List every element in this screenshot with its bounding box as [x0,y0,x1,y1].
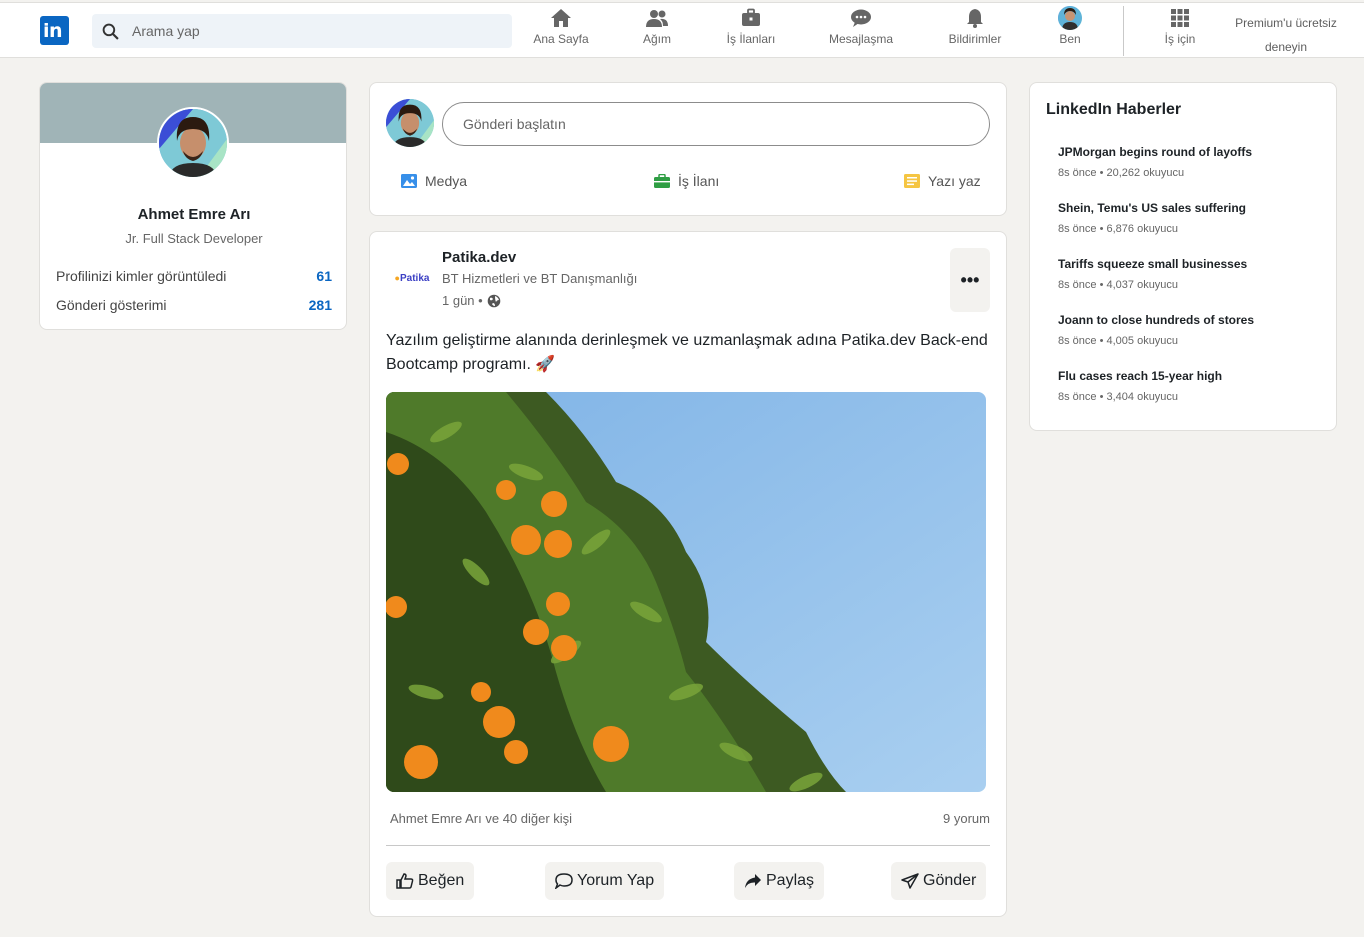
briefcase-icon [654,174,670,188]
nav-notifications-label: Bildirimler [948,32,1002,46]
logo-text: in [43,20,63,42]
home-icon [550,7,572,29]
nav-home[interactable]: Ana Sayfa [532,7,590,55]
search-icon [102,23,119,40]
post-divider [386,845,990,846]
post-author[interactable]: Patika.dev [442,249,516,266]
nav-notifications[interactable]: Bildirimler [944,7,1006,55]
messaging-icon [850,7,872,29]
news-item[interactable]: Flu cases reach 15-year high 8s önce • 3… [1058,369,1328,403]
search-box[interactable] [92,14,512,48]
send-label: Gönder [923,872,977,889]
profile-card: Ahmet Emre Arı Jr. Full Stack Developer … [39,82,347,330]
profile-name[interactable]: Ahmet Emre Arı [40,206,346,223]
nav-business[interactable]: İş için [1160,7,1200,55]
news-headline: Joann to close hundreds of stores [1058,313,1255,327]
stat-label: Profilinizi kimler görüntüledi [56,268,227,284]
post-more-options-button[interactable]: ••• [950,248,990,312]
nav-divider [1123,6,1124,56]
globe-icon [487,294,501,307]
nav-jobs-label: İş İlanları [726,32,776,46]
news-headline: Tariffs squeeze small businesses [1058,257,1248,271]
more-icon: ••• [960,269,980,290]
network-icon [645,7,669,29]
news-meta: 8s önce • 3,404 okuyucu [1058,391,1179,403]
grid-icon [1170,7,1190,29]
post-engagement-summary: Ahmet Emre Arı ve 40 diğer kişi 9 yorum [390,811,990,826]
post-author-subtitle: BT Hizmetleri ve BT Danışmanlığı [442,271,638,286]
composer-avatar[interactable] [386,99,434,147]
media-button[interactable]: Medya [401,173,467,189]
like-label: Beğen [418,872,465,889]
briefcase-icon [741,7,761,29]
nav-messaging[interactable]: Mesajlaşma [827,7,895,55]
write-article-button[interactable]: Yazı yaz [904,173,981,189]
write-article-label: Yazı yaz [928,173,981,189]
stat-value: 281 [308,297,332,313]
stat-label: Gönderi gösterimi [56,297,167,313]
news-meta: 8s önce • 6,876 okuyucu [1058,223,1179,235]
avatar [1058,6,1082,30]
news-item[interactable]: JPMorgan begins round of layoffs 8s önce… [1058,145,1328,179]
news-headline: Shein, Temu's US sales suffering [1058,201,1247,215]
linkedin-logo[interactable]: in [40,16,69,45]
comment-icon [555,873,573,889]
reactions-count[interactable]: Ahmet Emre Arı ve 40 diğer kişi [390,811,572,826]
news-item[interactable]: Shein, Temu's US sales suffering 8s önce… [1058,201,1328,235]
feed-post: ● Patika Patika.dev BT Hizmetleri ve BT … [369,231,1007,917]
thumbs-up-icon [396,873,414,889]
nav-business-label: İş için [1164,32,1196,46]
job-post-button[interactable]: İş İlanı [654,173,719,189]
article-icon [904,174,920,188]
news-headline: JPMorgan begins round of layoffs [1058,145,1253,159]
premium-line-1: Premium'u ücretsiz [1235,16,1337,30]
premium-link[interactable]: Premium'u ücretsiz deneyin [1228,11,1344,59]
profile-avatar[interactable] [157,107,229,179]
comment-label: Yorum Yap [577,872,655,889]
post-timestamp: 1 gün • [442,293,501,308]
company-logo[interactable]: ● Patika [386,258,438,298]
nav-network[interactable]: Ağım [637,7,677,55]
news-meta: 8s önce • 4,005 okuyucu [1058,335,1179,347]
news-item[interactable]: Tariffs squeeze small businesses 8s önce… [1058,257,1328,291]
profile-views-stat[interactable]: Profilinizi kimler görüntüledi 61 [56,268,332,284]
news-meta: 8s önce • 20,262 okuyucu [1058,167,1185,179]
news-item[interactable]: Joann to close hundreds of stores 8s önc… [1058,313,1328,347]
company-logo-text: Patika [399,272,430,284]
top-navigation-bar: in Ana Sayfa Ağım İş İlanları Mesajlaşma… [0,2,1364,58]
nav-home-label: Ana Sayfa [533,32,589,46]
bell-icon [966,7,984,29]
profile-title: Jr. Full Stack Developer [125,231,263,246]
post-image[interactable] [386,392,986,792]
premium-line-2: deneyin [1264,40,1308,54]
send-button[interactable]: Gönder [891,862,987,900]
news-headline: Flu cases reach 15-year high [1058,369,1223,383]
share-icon [745,874,761,888]
search-input[interactable] [132,14,502,48]
nav-me-label: Ben [1059,32,1081,46]
job-post-label: İş İlanı [678,173,720,189]
nav-messaging-label: Mesajlaşma [828,32,894,46]
news-meta: 8s önce • 4,037 okuyucu [1058,279,1179,291]
comment-button[interactable]: Yorum Yap [545,862,665,900]
comments-count[interactable]: 9 yorum [943,811,990,826]
nav-network-label: Ağım [642,32,671,46]
share-button[interactable]: Paylaş [734,862,825,900]
start-post-input[interactable] [442,102,990,146]
news-title: LinkedIn Haberler [1046,101,1182,118]
stat-value: 61 [316,268,332,284]
post-time-text: 1 gün • [442,293,483,308]
post-text: Yazılım geliştirme alanında derinleşmek … [386,332,988,373]
post-impressions-stat[interactable]: Gönderi gösterimi 281 [56,297,332,313]
news-card: LinkedIn Haberler JPMorgan begins round … [1029,82,1337,431]
post-composer: Medya İş İlanı Yazı yaz [369,82,1007,216]
send-icon [901,873,919,889]
nav-jobs[interactable]: İş İlanları [723,7,779,55]
image-icon [401,174,417,188]
like-button[interactable]: Beğen [386,862,475,900]
media-label: Medya [425,173,468,189]
nav-me[interactable]: Ben [1054,6,1086,55]
share-label: Paylaş [766,872,815,889]
